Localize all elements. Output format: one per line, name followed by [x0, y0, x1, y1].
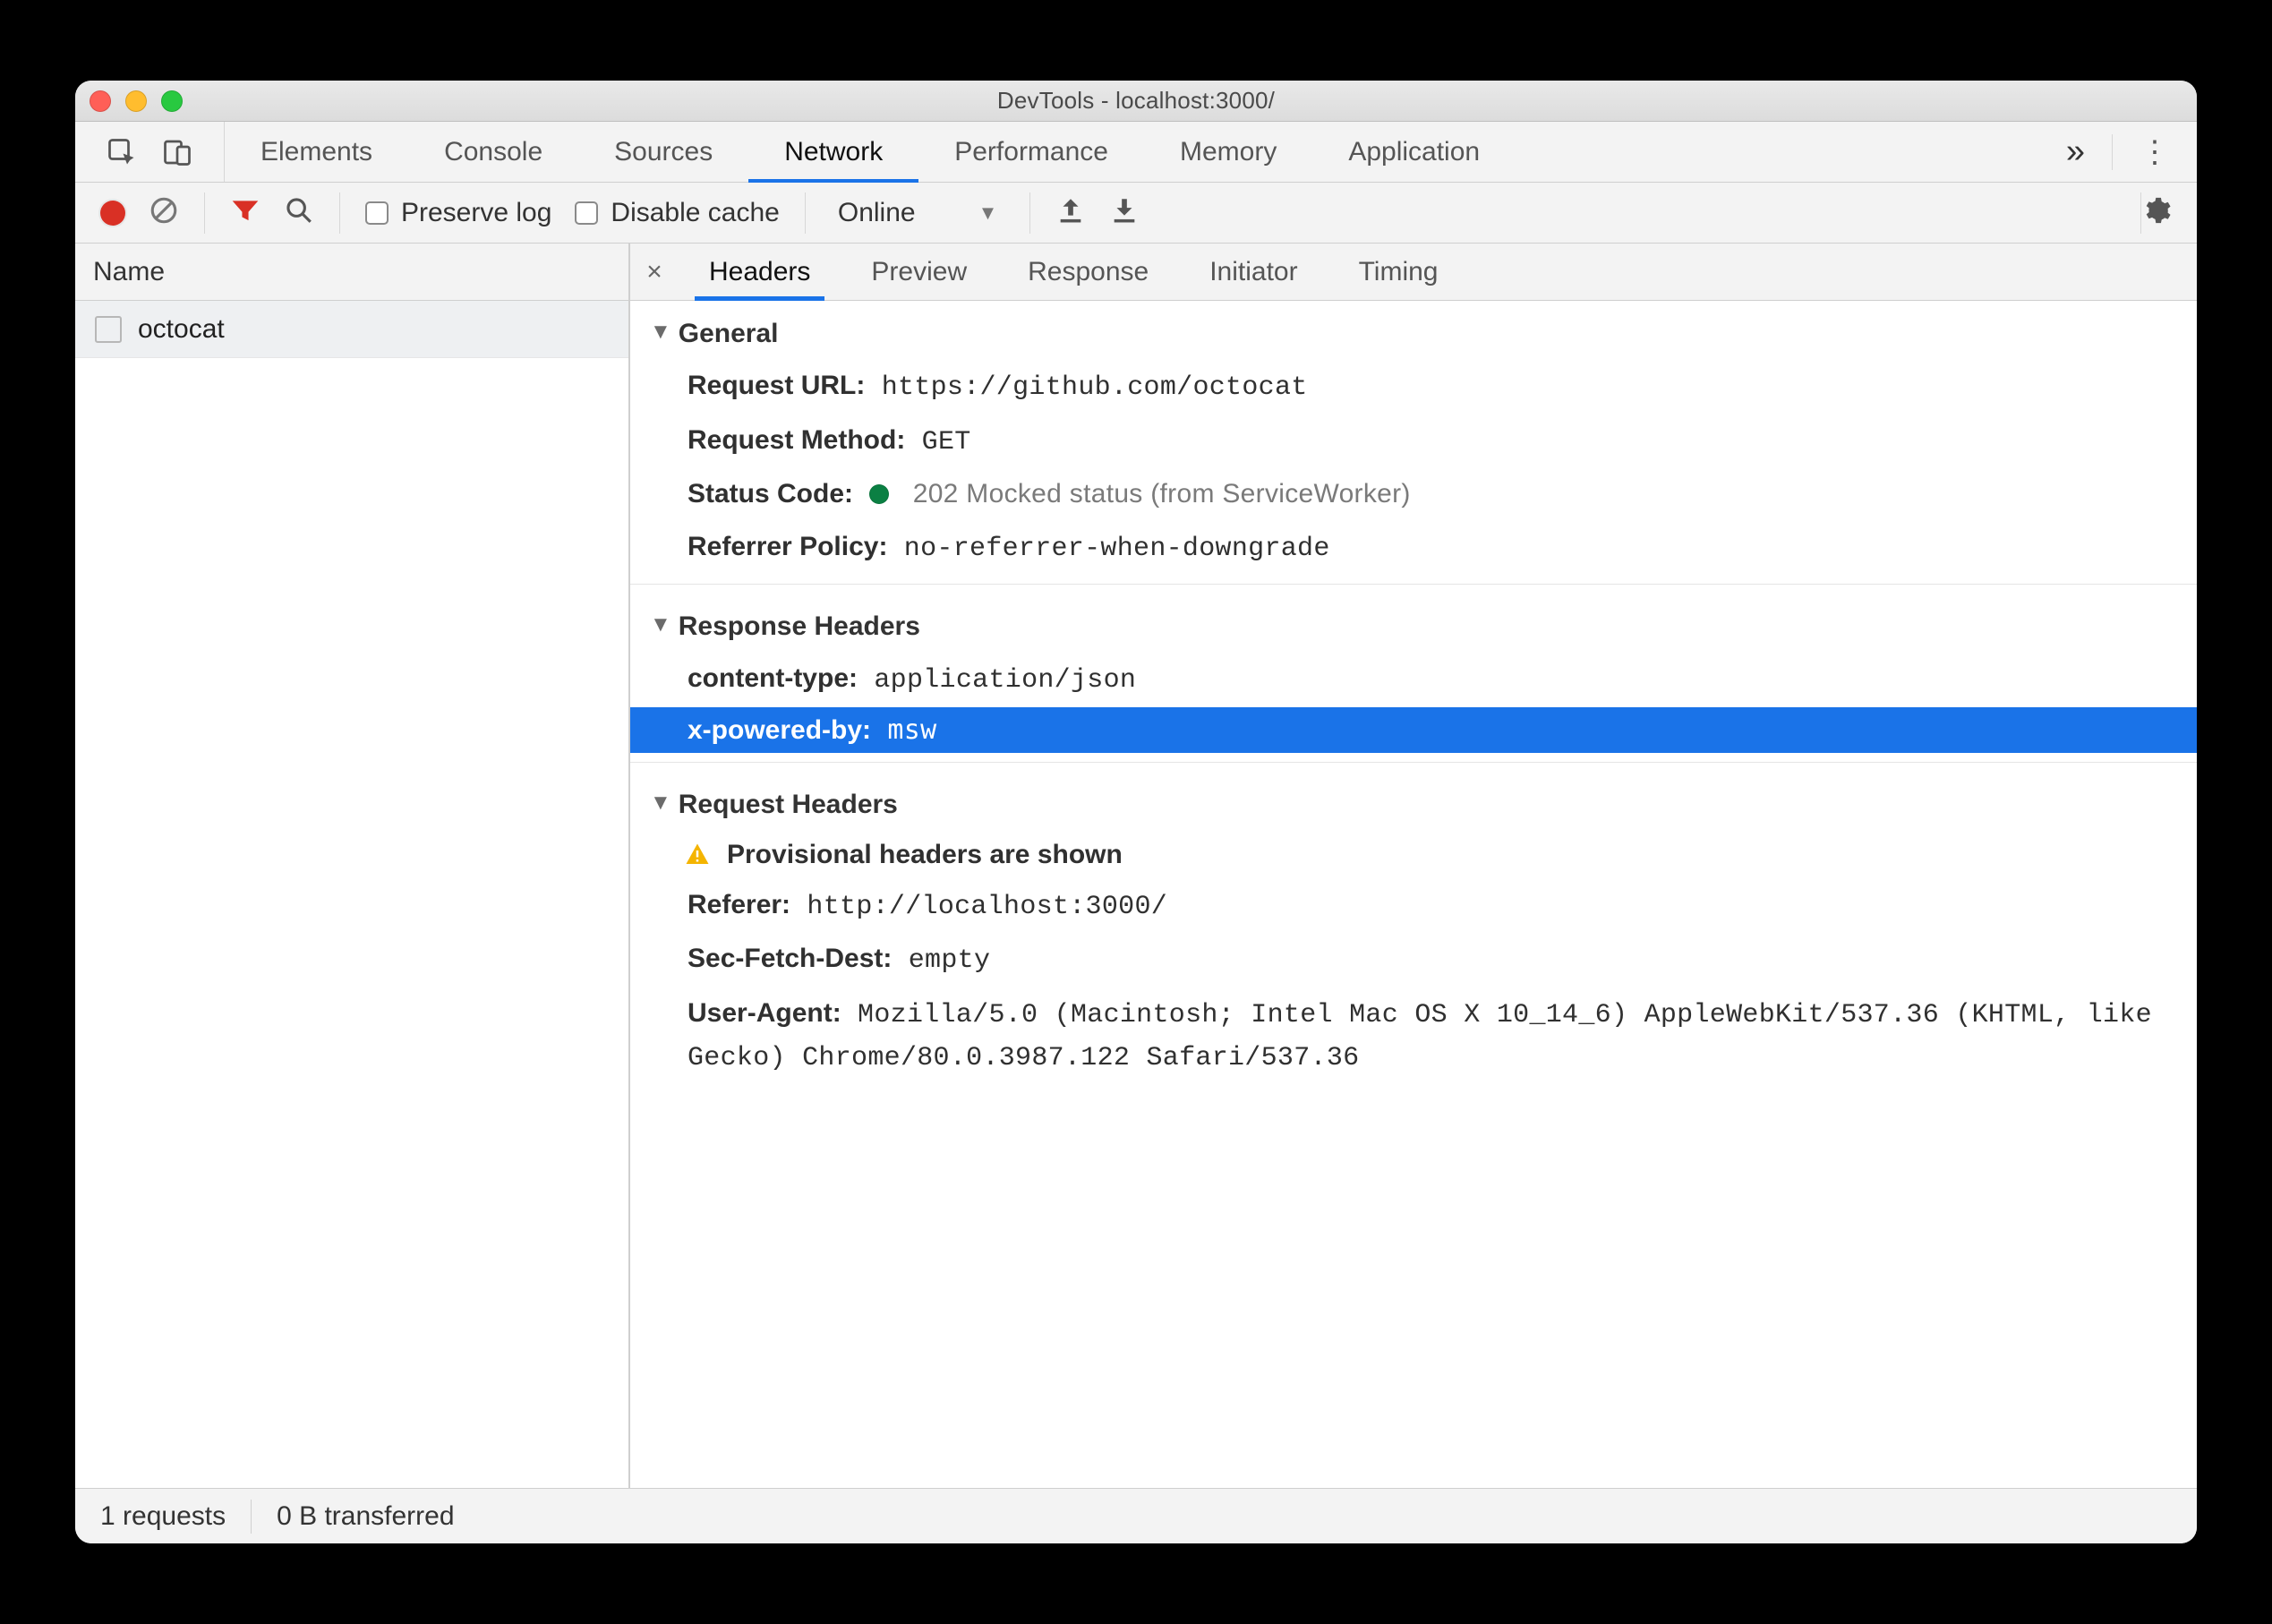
devtools-window: DevTools - localhost:3000/ — [75, 81, 2197, 1543]
label-referrer-policy: Referrer Policy: — [688, 532, 887, 561]
value-referrer-policy: no-referrer-when-downgrade — [904, 534, 1330, 564]
label-user-agent: User-Agent: — [688, 998, 841, 1028]
more-tabs-icon[interactable]: » — [2066, 132, 2085, 171]
disable-cache-checkbox[interactable]: Disable cache — [575, 198, 779, 228]
row-request-url: Request URL: https://github.com/octocat — [630, 360, 2197, 415]
label-request-url: Request URL: — [688, 371, 865, 400]
close-detail-icon[interactable]: × — [630, 244, 679, 300]
detail-tab-response[interactable]: Response — [997, 244, 1179, 300]
label-status-code: Status Code: — [688, 479, 853, 509]
tab-console[interactable]: Console — [408, 122, 578, 182]
preserve-log-checkbox[interactable]: Preserve log — [365, 198, 551, 228]
value-request-url: https://github.com/octocat — [882, 372, 1308, 403]
search-icon[interactable] — [284, 195, 314, 230]
inspect-element-icon[interactable] — [106, 136, 138, 168]
throttling-value: Online — [838, 198, 916, 228]
section-response-headers[interactable]: ▼ Response Headers — [630, 594, 2197, 653]
chevron-down-icon: ▼ — [650, 612, 671, 637]
request-row[interactable]: octocat — [75, 301, 628, 358]
network-toolbar: Preserve log Disable cache Online ▼ — [75, 183, 2197, 244]
status-requests: 1 requests — [75, 1500, 251, 1534]
status-bar: 1 requests 0 B transferred — [75, 1488, 2197, 1543]
status-transferred: 0 B transferred — [252, 1500, 479, 1534]
value-content-type: application/json — [874, 665, 1136, 696]
record-button[interactable] — [100, 201, 125, 226]
value-status-code: 202 Mocked status (from ServiceWorker) — [913, 479, 1411, 509]
value-request-method: GET — [922, 427, 971, 457]
tab-network[interactable]: Network — [748, 122, 918, 182]
network-settings-icon[interactable] — [2141, 195, 2197, 230]
tab-memory[interactable]: Memory — [1144, 122, 1312, 182]
main-tabstrip: Elements Console Sources Network Perform… — [75, 122, 2197, 183]
row-x-powered-by[interactable]: x-powered-by: msw — [630, 707, 2197, 753]
request-detail: × Headers Preview Response Initiator Tim… — [630, 244, 2197, 1488]
titlebar: DevTools - localhost:3000/ — [75, 81, 2197, 122]
provisional-warning-text: Provisional headers are shown — [727, 840, 1123, 870]
file-icon — [95, 316, 122, 343]
download-har-icon[interactable] — [1109, 195, 1140, 230]
section-request-title: Request Headers — [679, 790, 898, 820]
section-request-headers[interactable]: ▼ Request Headers — [630, 772, 2197, 831]
device-toolbar-icon[interactable] — [161, 136, 193, 168]
column-name-header[interactable]: Name — [75, 244, 628, 301]
row-sec-fetch-dest: Sec-Fetch-Dest: empty — [630, 933, 2197, 987]
throttling-select[interactable]: Online ▼ — [831, 198, 1005, 228]
chevron-down-icon: ▼ — [978, 201, 998, 225]
label-request-method: Request Method: — [688, 425, 905, 455]
detail-tab-timing[interactable]: Timing — [1328, 244, 1469, 300]
value-sec-fetch-dest: empty — [909, 945, 991, 976]
preserve-log-label: Preserve log — [401, 198, 551, 228]
disable-cache-label: Disable cache — [611, 198, 779, 228]
chevron-down-icon: ▼ — [650, 320, 671, 345]
upload-har-icon[interactable] — [1055, 195, 1086, 230]
chevron-down-icon: ▼ — [650, 791, 671, 816]
detail-tab-initiator[interactable]: Initiator — [1179, 244, 1328, 300]
section-response-title: Response Headers — [679, 611, 920, 642]
section-general[interactable]: ▼ General — [630, 301, 2197, 360]
row-content-type: content-type: application/json — [630, 653, 2197, 707]
detail-tab-preview[interactable]: Preview — [841, 244, 997, 300]
filter-icon[interactable] — [230, 195, 261, 230]
request-list: Name octocat — [75, 244, 630, 1488]
value-referer: http://localhost:3000/ — [807, 892, 1167, 922]
request-name: octocat — [138, 314, 225, 345]
value-x-powered-by: msw — [887, 714, 936, 746]
value-user-agent: Mozilla/5.0 (Macintosh; Intel Mac OS X 1… — [688, 1000, 2152, 1074]
row-provisional-warning: Provisional headers are shown — [630, 831, 2197, 879]
label-content-type: content-type: — [688, 663, 858, 693]
label-sec-fetch-dest: Sec-Fetch-Dest: — [688, 944, 892, 973]
label-x-powered-by: x-powered-by: — [688, 715, 871, 745]
status-dot-icon — [869, 484, 889, 504]
section-general-title: General — [679, 319, 779, 349]
tab-performance[interactable]: Performance — [918, 122, 1144, 182]
row-user-agent: User-Agent: Mozilla/5.0 (Macintosh; Inte… — [630, 987, 2197, 1085]
row-referrer-policy: Referrer Policy: no-referrer-when-downgr… — [630, 521, 2197, 576]
detail-tabstrip: × Headers Preview Response Initiator Tim… — [630, 244, 2197, 301]
row-referer: Referer: http://localhost:3000/ — [630, 879, 2197, 934]
settings-menu-icon[interactable]: ⋮ — [2140, 134, 2172, 170]
detail-tab-headers[interactable]: Headers — [679, 244, 841, 300]
row-request-method: Request Method: GET — [630, 415, 2197, 469]
warning-icon — [684, 842, 711, 868]
tab-application[interactable]: Application — [1312, 122, 1516, 182]
label-referer: Referer: — [688, 890, 790, 919]
row-status-code: Status Code: 202 Mocked status (from Ser… — [630, 468, 2197, 521]
tab-elements[interactable]: Elements — [225, 122, 408, 182]
tab-sources[interactable]: Sources — [578, 122, 748, 182]
window-title: DevTools - localhost:3000/ — [90, 87, 2182, 115]
clear-icon[interactable] — [149, 195, 179, 230]
